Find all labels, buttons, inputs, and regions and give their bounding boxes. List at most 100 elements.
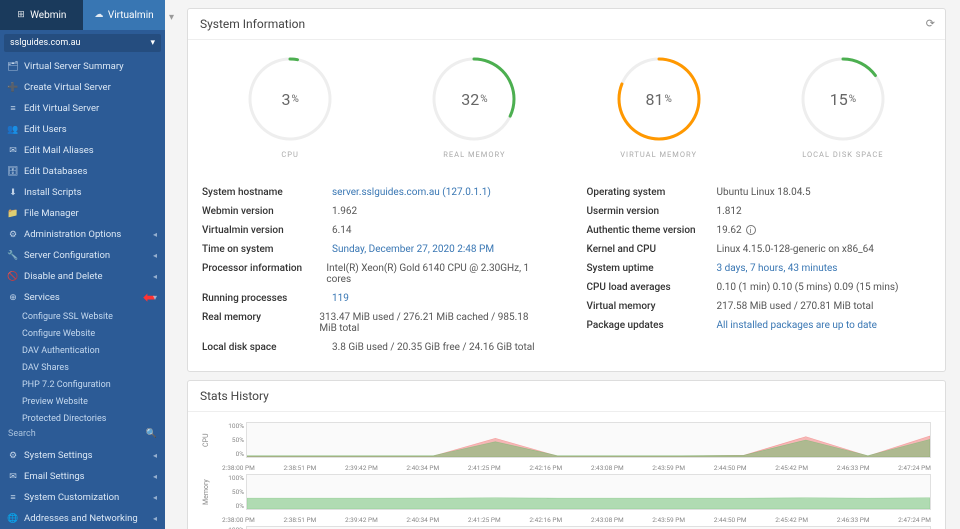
tab-webmin-label: Webmin	[30, 10, 66, 21]
info-icon[interactable]: i	[746, 225, 756, 235]
search-icon: 🔍	[146, 429, 157, 439]
sidebar-sub-configure-website[interactable]: Configure Website	[0, 325, 165, 342]
gauge-value: 32%	[429, 54, 519, 144]
sidebar-item-icon: ⊕	[8, 293, 18, 303]
info-value: 6.14	[332, 225, 352, 236]
gauge-label: REAL MEMORY	[443, 150, 505, 159]
gauge-label: CPU	[281, 150, 298, 159]
info-label: Authentic theme version	[587, 225, 717, 236]
chart-xaxis: 2:38:00 PM2:38:51 PM2:39:42 PM2:40:34 PM…	[202, 462, 931, 474]
sidebar-item-services[interactable]: ⊕Services⬅	[0, 287, 165, 308]
sidebar-item-disable-and-delete[interactable]: 🚫 Disable and Delete	[0, 266, 165, 287]
info-row: Local disk space3.8 GiB used / 20.35 GiB…	[202, 338, 547, 357]
gauge-label: LOCAL DISK SPACE	[802, 150, 883, 159]
domain-select[interactable]: sslguides.com.au ▾	[4, 34, 161, 52]
info-value[interactable]: server.sslguides.com.au (127.0.1.1)	[332, 187, 491, 198]
sidebar-sub-dav-authentication[interactable]: DAV Authentication	[0, 342, 165, 359]
sidebar-item-install-scripts[interactable]: ⬇Install Scripts	[0, 182, 165, 203]
sidebar-item-icon: ✉	[8, 146, 18, 156]
sidebar-sub-dav-shares[interactable]: DAV Shares	[0, 359, 165, 376]
sidebar-item-icon: ⚙	[8, 230, 18, 240]
info-value: 217.58 MiB used / 270.81 MiB total	[717, 301, 874, 312]
sidebar-item-label: Email Settings	[24, 471, 85, 482]
sidebar-item-virtual-server-summary[interactable]: 🗂Virtual Server Summary	[0, 56, 165, 77]
sidebar-item-edit-mail-aliases[interactable]: ✉Edit Mail Aliases	[0, 140, 165, 161]
sidebar-items: 🗂Virtual Server Summary➕Create Virtual S…	[0, 56, 165, 423]
info-value[interactable]: All installed packages are up to date	[717, 320, 877, 331]
sidebar-sub-label: Configure Website	[22, 329, 95, 339]
info-col-right: Operating systemUbuntu Linux 18.04.5User…	[587, 183, 932, 357]
sidebar-item-icon: ≡	[8, 493, 18, 503]
info-label: Usermin version	[587, 206, 717, 217]
sidebar-sub-label: Preview Website	[22, 397, 88, 407]
info-row: CPU load averages0.10 (1 min) 0.10 (5 mi…	[587, 278, 932, 297]
sidebar-sub-label: PHP 7.2 Configuration	[22, 380, 111, 390]
info-label: Kernel and CPU	[587, 244, 717, 255]
sidebar-item-edit-virtual-server[interactable]: ≡Edit Virtual Server	[0, 98, 165, 119]
sidebar-item-edit-databases[interactable]: 🗄Edit Databases	[0, 161, 165, 182]
info-value: 3.8 GiB used / 20.35 GiB free / 24.16 Gi…	[332, 342, 535, 353]
sidebar-sub-label: DAV Shares	[22, 363, 69, 373]
collapse-icon[interactable]: ▾	[169, 12, 181, 24]
info-label: Package updates	[587, 320, 717, 331]
sidebar-sub-protected-directories[interactable]: Protected Directories	[0, 410, 165, 423]
info-label: Operating system	[587, 187, 717, 198]
info-value[interactable]: 3 days, 7 hours, 43 minutes	[717, 263, 838, 274]
sidebar-item-system-customization[interactable]: ≡ System Customization	[0, 487, 165, 508]
chevron-down-icon: ▾	[150, 38, 155, 48]
info-row: Package updatesAll installed packages ar…	[587, 316, 932, 335]
sidebar-item-edit-users[interactable]: 👥Edit Users	[0, 119, 165, 140]
search-placeholder: Search	[8, 429, 36, 439]
sidebar-item-create-virtual-server[interactable]: ➕Create Virtual Server	[0, 77, 165, 98]
chart-yticks: 100%50%0%	[222, 422, 246, 458]
sidebar-item-icon: ≡	[8, 104, 18, 114]
sidebar-item-icon: 📁	[8, 209, 18, 219]
sidebar-item-addresses-and-networking[interactable]: 🌐Addresses and Networking	[0, 508, 165, 529]
sidebar-item-email-settings[interactable]: ✉Email Settings	[0, 466, 165, 487]
sidebar-item-icon: 🚫	[8, 272, 18, 282]
info-value: 19.62i	[717, 225, 756, 236]
info-label: System hostname	[202, 187, 332, 198]
sidebar-sub-configure-ssl-website[interactable]: Configure SSL Website⬅	[0, 308, 165, 325]
sidebar-item-icon: 👥	[8, 125, 18, 135]
info-label: Real memory	[202, 312, 319, 334]
sidebar-item-system-settings[interactable]: ⚙System Settings	[0, 445, 165, 466]
info-value[interactable]: Sunday, December 27, 2020 2:48 PM	[332, 244, 494, 255]
sidebar-item-label: Server Configuration	[24, 250, 110, 261]
search-box[interactable]: Search 🔍	[0, 423, 165, 445]
info-value[interactable]: 119	[332, 293, 349, 304]
sidebar-item-label: Install Scripts	[24, 187, 81, 198]
panel-tabs: ⊞ Webmin ☁ Virtualmin	[0, 0, 165, 30]
sidebar-sub-php-7.2-configuration[interactable]: PHP 7.2 Configuration	[0, 376, 165, 393]
gauge-value: 3%	[245, 54, 335, 144]
info-row: Kernel and CPULinux 4.15.0-128-generic o…	[587, 240, 932, 259]
info-value: 313.47 MiB used / 276.21 MiB cached / 98…	[319, 312, 546, 334]
sidebar-item-administration-options[interactable]: ⚙Administration Options	[0, 224, 165, 245]
info-label: Webmin version	[202, 206, 332, 217]
tab-webmin[interactable]: ⊞ Webmin	[0, 0, 83, 30]
sidebar-item-file-manager[interactable]: 📁File Manager	[0, 203, 165, 224]
sidebar-item-label: System Customization	[24, 492, 119, 503]
info-row: System uptime3 days, 7 hours, 43 minutes	[587, 259, 932, 278]
sidebar: ⊞ Webmin ☁ Virtualmin sslguides.com.au ▾…	[0, 0, 165, 529]
info-row: Real memory313.47 MiB used / 276.21 MiB …	[202, 308, 547, 338]
gauge-virtual-memory: 81%VIRTUAL MEMORY	[584, 54, 734, 159]
stats-body: CPU100%50%0%2:38:00 PM2:38:51 PM2:39:42 …	[188, 412, 945, 529]
info-value: Intel(R) Xeon(R) Gold 6140 CPU @ 2.30GHz…	[326, 263, 546, 285]
tab-virtualmin[interactable]: ☁ Virtualmin	[83, 0, 166, 30]
sidebar-sub-label: DAV Authentication	[22, 346, 100, 356]
refresh-icon[interactable]: ⟳	[926, 17, 935, 30]
sidebar-sub-preview-website[interactable]: Preview Website	[0, 393, 165, 410]
info-col-left: System hostnameserver.sslguides.com.au (…	[202, 183, 547, 357]
sidebar-item-icon: 🗄	[8, 167, 18, 177]
info-label: Local disk space	[202, 342, 332, 353]
sidebar-item-label: Disable and Delete	[24, 271, 103, 282]
info-value: 1.962	[332, 206, 357, 217]
sidebar-item-server-configuration[interactable]: 🔧Server Configuration	[0, 245, 165, 266]
highlight-arrow-icon: ⬅	[143, 290, 155, 306]
info-row: Time on systemSunday, December 27, 2020 …	[202, 240, 547, 259]
info-row: Authentic theme version19.62i	[587, 221, 932, 240]
sidebar-item-icon: ⚙	[8, 451, 18, 461]
sidebar-item-label: Addresses and Networking	[24, 513, 138, 524]
gauges: 3%CPU32%REAL MEMORY81%VIRTUAL MEMORY15%L…	[188, 40, 945, 169]
